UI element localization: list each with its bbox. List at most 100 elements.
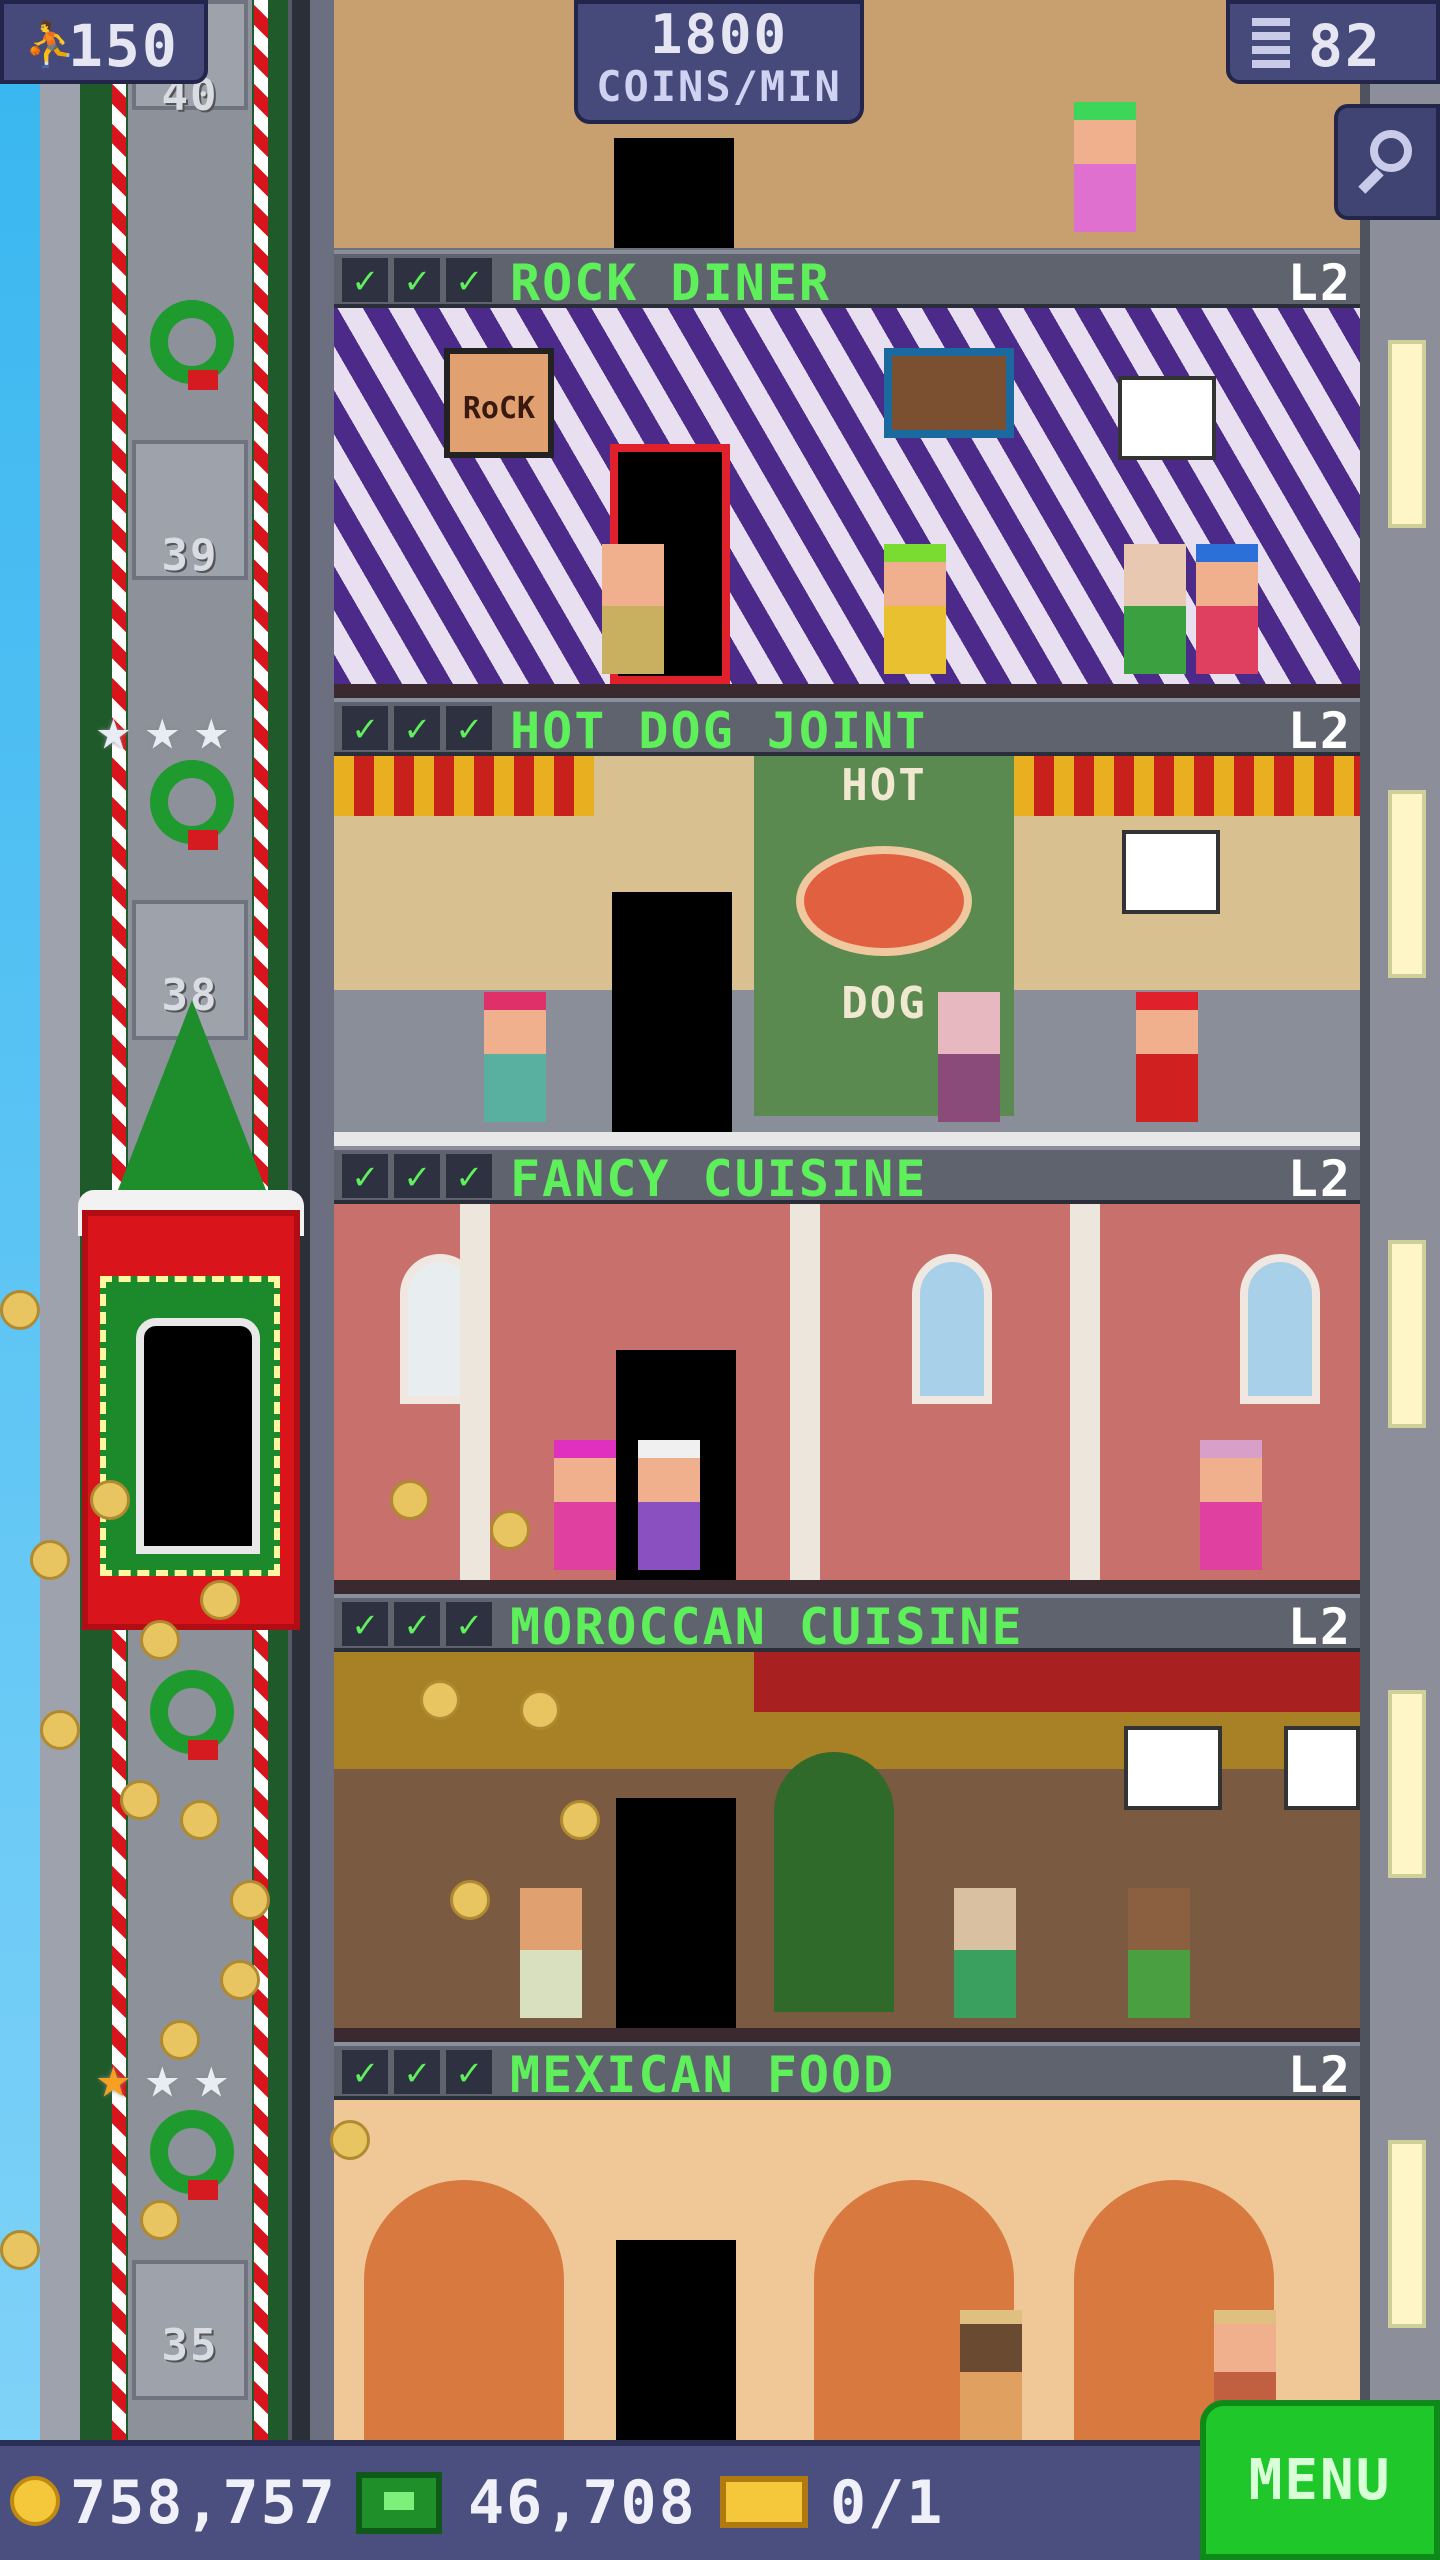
bitizen[interactable] xyxy=(1196,544,1258,674)
coin-particle xyxy=(0,1290,40,1330)
floor-hot-dog-joint[interactable]: ✓ ✓ ✓ HOT DOG JOINT L2 HOT DOG xyxy=(334,698,1360,1146)
tower-window xyxy=(1388,340,1426,528)
coin-particle xyxy=(520,1690,560,1730)
check-icon: ✓ xyxy=(342,2050,388,2094)
floor-rating-stars: ★ ★ ★ xyxy=(96,2048,229,2106)
coin-particle xyxy=(230,1880,270,1920)
drapes xyxy=(754,1652,1360,1712)
bitizen[interactable] xyxy=(1074,102,1136,232)
golden-tickets-value[interactable]: 0/1 xyxy=(830,2468,944,2538)
floor-door xyxy=(612,892,732,1132)
stock-checks: ✓ ✓ ✓ xyxy=(342,1602,492,1646)
tower-window xyxy=(1388,2140,1426,2328)
column xyxy=(460,1204,490,1594)
check-icon: ✓ xyxy=(342,258,388,302)
floor-name: MEXICAN FOOD xyxy=(510,2046,896,2104)
menu-button[interactable]: MENU xyxy=(1200,2400,1440,2560)
population-counter[interactable]: ⛹ 150 xyxy=(0,0,208,84)
elevator-floor-number: 35 xyxy=(161,2320,219,2371)
stock-checks: ✓ ✓ ✓ xyxy=(342,1154,492,1198)
building-icon xyxy=(1252,18,1290,70)
bitizen[interactable] xyxy=(484,992,546,1122)
coin-particle xyxy=(390,1480,430,1520)
bitizen[interactable] xyxy=(520,1888,582,2018)
sky-background xyxy=(0,0,40,2440)
check-icon: ✓ xyxy=(394,2050,440,2094)
bitizen[interactable] xyxy=(960,2310,1022,2440)
wreath-icon xyxy=(150,760,234,850)
wreath-icon xyxy=(150,1670,234,1760)
floor-name: FANCY CUISINE xyxy=(510,1150,928,1208)
tower-window xyxy=(1388,790,1426,978)
check-icon: ✓ xyxy=(394,258,440,302)
floor-level: L2 xyxy=(1287,2046,1352,2104)
bitizen[interactable] xyxy=(554,1440,616,1570)
bitizen[interactable] xyxy=(954,1888,1016,2018)
poster-text-top: HOT xyxy=(841,760,927,811)
bitizen[interactable] xyxy=(938,992,1000,1122)
coins-value[interactable]: 758,757 xyxy=(70,2468,337,2538)
coin-icon xyxy=(10,2476,60,2526)
coin-particle xyxy=(220,1960,260,2000)
bitizen[interactable] xyxy=(1136,992,1198,1122)
floor-counter[interactable]: 82 xyxy=(1226,0,1440,84)
speech-bubble-fries-icon xyxy=(1118,376,1216,460)
room-interior xyxy=(334,2100,1360,2440)
archway xyxy=(364,2180,564,2440)
bitizen[interactable] xyxy=(602,544,664,674)
coin-particle xyxy=(160,2020,200,2060)
arched-window xyxy=(912,1254,992,1404)
golden-ticket-icon xyxy=(720,2476,808,2528)
tower-window xyxy=(1388,1690,1426,1878)
floor-rock-diner[interactable]: ✓ ✓ ✓ ROCK DINER L2 RoCK xyxy=(334,250,1360,698)
elevator-floor-number: 39 xyxy=(161,530,219,581)
search-button[interactable] xyxy=(1334,104,1440,220)
bitizen[interactable] xyxy=(1124,544,1186,674)
bitizen[interactable] xyxy=(884,544,946,674)
elevator-frame xyxy=(100,1276,280,1576)
floor-header: ✓ ✓ ✓ MOROCCAN CUISINE L2 xyxy=(334,1594,1360,1656)
floor-fancy-cuisine[interactable]: ✓ ✓ ✓ FANCY CUISINE L2 xyxy=(334,1146,1360,1594)
floor-level: L2 xyxy=(1287,254,1352,312)
floor-door xyxy=(616,2240,736,2440)
speech-bubble-food-icon xyxy=(1284,1726,1360,1810)
tower-window xyxy=(1388,1240,1426,1428)
hotdog-icon xyxy=(796,846,972,956)
elevator-car[interactable] xyxy=(82,1210,300,1630)
floor-base xyxy=(334,684,1360,698)
check-icon: ✓ xyxy=(342,706,388,750)
bitizen[interactable] xyxy=(1200,1440,1262,1570)
floor-header: ✓ ✓ ✓ FANCY CUISINE L2 xyxy=(334,1146,1360,1208)
room-interior xyxy=(334,1204,1360,1594)
coin-particle xyxy=(140,1620,180,1660)
bitizen[interactable] xyxy=(638,1440,700,1570)
stock-checks: ✓ ✓ ✓ xyxy=(342,258,492,302)
search-icon-handle xyxy=(1358,168,1384,194)
floor-header: ✓ ✓ ✓ HOT DOG JOINT L2 xyxy=(334,698,1360,758)
bux-value[interactable]: 46,708 xyxy=(468,2468,697,2538)
star-icon: ★ xyxy=(144,695,180,763)
floor-level: L2 xyxy=(1287,1598,1352,1656)
coin-particle xyxy=(90,1480,130,1520)
coin-particle xyxy=(420,1680,460,1720)
floor-moroccan-cuisine[interactable]: ✓ ✓ ✓ MOROCCAN CUISINE L2 xyxy=(334,1594,1360,2042)
room-interior: HOT DOG xyxy=(334,756,1360,1146)
column xyxy=(790,1204,820,1594)
check-icon: ✓ xyxy=(446,1154,492,1198)
floor-count-value: 82 xyxy=(1308,12,1382,80)
check-icon: ✓ xyxy=(446,258,492,302)
check-icon: ✓ xyxy=(446,1602,492,1646)
column xyxy=(1070,1204,1100,1594)
floor-door xyxy=(616,1798,736,2028)
coin-particle xyxy=(0,2230,40,2270)
stock-checks: ✓ ✓ ✓ xyxy=(342,2050,492,2094)
bitizen[interactable] xyxy=(1128,1888,1190,2018)
check-icon: ✓ xyxy=(342,1154,388,1198)
population-value: 150 xyxy=(68,12,179,80)
coin-rate-display: 1800 COINS/MIN xyxy=(574,0,864,124)
elevator-door xyxy=(136,1318,260,1554)
check-icon: ✓ xyxy=(342,1602,388,1646)
room-interior xyxy=(334,1652,1360,2042)
rock-sign: RoCK xyxy=(444,348,554,458)
floor-level: L2 xyxy=(1287,1150,1352,1208)
